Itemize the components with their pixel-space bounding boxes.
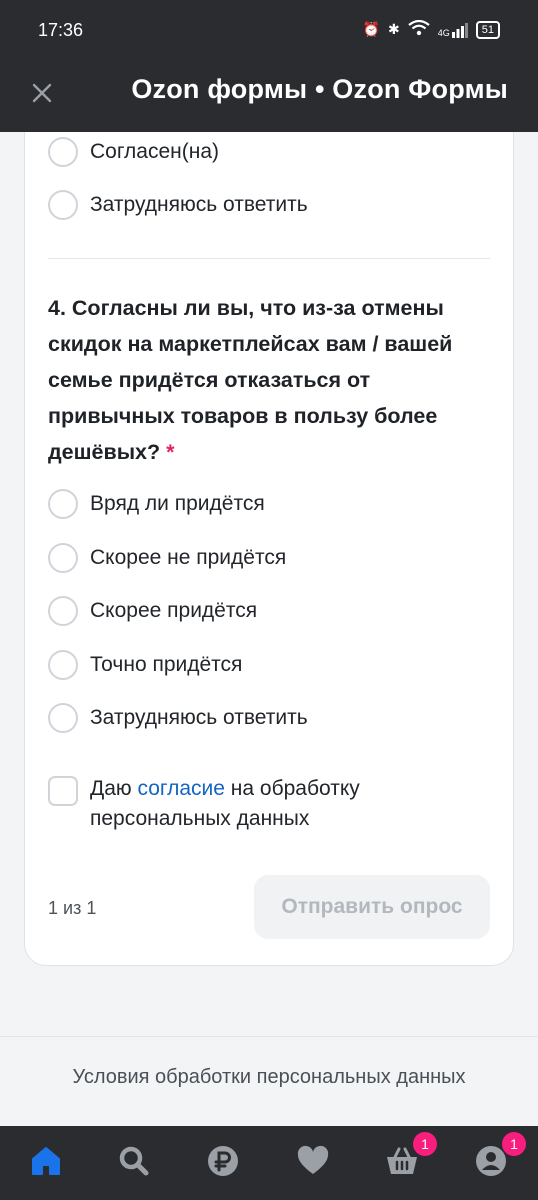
option-label: Затрудняюсь ответить xyxy=(90,706,308,729)
bottom-nav: 1 1 xyxy=(0,1126,538,1200)
option-label: Точно придётся xyxy=(90,653,243,676)
radio-button[interactable] xyxy=(48,190,78,220)
status-icons: ⏰ ✱ 4G 51 xyxy=(362,19,500,39)
nav-favorites[interactable] xyxy=(296,1144,332,1180)
page-title: Ozon формы • Ozon Формы xyxy=(131,74,508,104)
page-counter: 1 из 1 xyxy=(48,898,97,918)
consent-link[interactable]: согласие xyxy=(138,777,225,800)
battery-icon: 51 xyxy=(475,20,500,39)
signal-icon: 4G xyxy=(438,22,468,38)
option-label: Согласен(на) xyxy=(90,140,220,163)
heart-icon xyxy=(297,1145,329,1174)
consent-prefix: Даю xyxy=(90,777,138,800)
radio-button[interactable] xyxy=(48,489,78,519)
cart-badge: 1 xyxy=(413,1132,437,1156)
alarm-icon: ⏰ xyxy=(362,21,380,37)
option-label: Затрудняюсь ответить xyxy=(90,193,308,216)
radio-option[interactable]: Скорее не придётся xyxy=(48,542,286,574)
battery-level: 51 xyxy=(481,23,494,36)
radio-button[interactable] xyxy=(48,137,78,167)
divider xyxy=(48,258,490,259)
nav-profile[interactable]: 1 xyxy=(474,1132,526,1180)
option-label: Скорее придётся xyxy=(90,599,258,622)
footer-divider xyxy=(0,1036,538,1037)
app-header: Ozon формы • Ozon Формы xyxy=(0,62,538,132)
radio-option[interactable]: Точно придётся xyxy=(48,649,242,681)
status-time: 17:36 xyxy=(38,20,84,40)
profile-badge: 1 xyxy=(502,1132,526,1156)
radio-option[interactable]: Скорее придётся xyxy=(48,595,257,627)
status-bar: 17:36 ⏰ ✱ 4G 51 xyxy=(0,0,538,62)
radio-button[interactable] xyxy=(48,703,78,733)
consent-checkbox[interactable] xyxy=(48,776,78,806)
nav-search[interactable] xyxy=(117,1144,153,1180)
required-mark: * xyxy=(166,440,175,464)
home-icon xyxy=(32,1147,60,1175)
option-label: Скорее не придётся xyxy=(90,546,287,569)
consent-text: Даю согласие на обработку персональных д… xyxy=(90,774,470,834)
wifi-icon xyxy=(408,19,430,39)
radio-option[interactable]: Вряд ли придётся xyxy=(48,488,265,520)
close-icon[interactable] xyxy=(28,79,56,107)
option-label: Вряд ли придётся xyxy=(90,492,265,515)
submit-button[interactable]: Отправить опрос xyxy=(254,875,490,939)
ruble-icon xyxy=(208,1146,238,1176)
privacy-terms-link[interactable]: Условия обработки персональных данных xyxy=(0,1066,538,1089)
radio-button[interactable] xyxy=(48,543,78,573)
nav-finance[interactable] xyxy=(206,1144,242,1180)
radio-button[interactable] xyxy=(48,596,78,626)
question-text: 4. Согласны ли вы, что из-за отмены скид… xyxy=(48,290,488,470)
search-icon xyxy=(119,1146,149,1176)
radio-option[interactable]: Затрудняюсь ответить xyxy=(48,702,308,734)
network-type: 4G xyxy=(437,27,450,38)
question-label: 4. Согласны ли вы, что из-за отмены скид… xyxy=(48,296,453,464)
nav-cart[interactable]: 1 xyxy=(385,1132,437,1180)
form-scroll-area[interactable]: Согласен(на) Затрудняюсь ответить 4. Сог… xyxy=(0,132,538,1036)
radio-button[interactable] xyxy=(48,650,78,680)
bluetooth-icon: ✱ xyxy=(388,21,400,37)
nav-home[interactable] xyxy=(29,1144,65,1180)
radio-option[interactable]: Затрудняюсь ответить xyxy=(48,189,308,221)
radio-option[interactable]: Согласен(на) xyxy=(48,136,219,168)
